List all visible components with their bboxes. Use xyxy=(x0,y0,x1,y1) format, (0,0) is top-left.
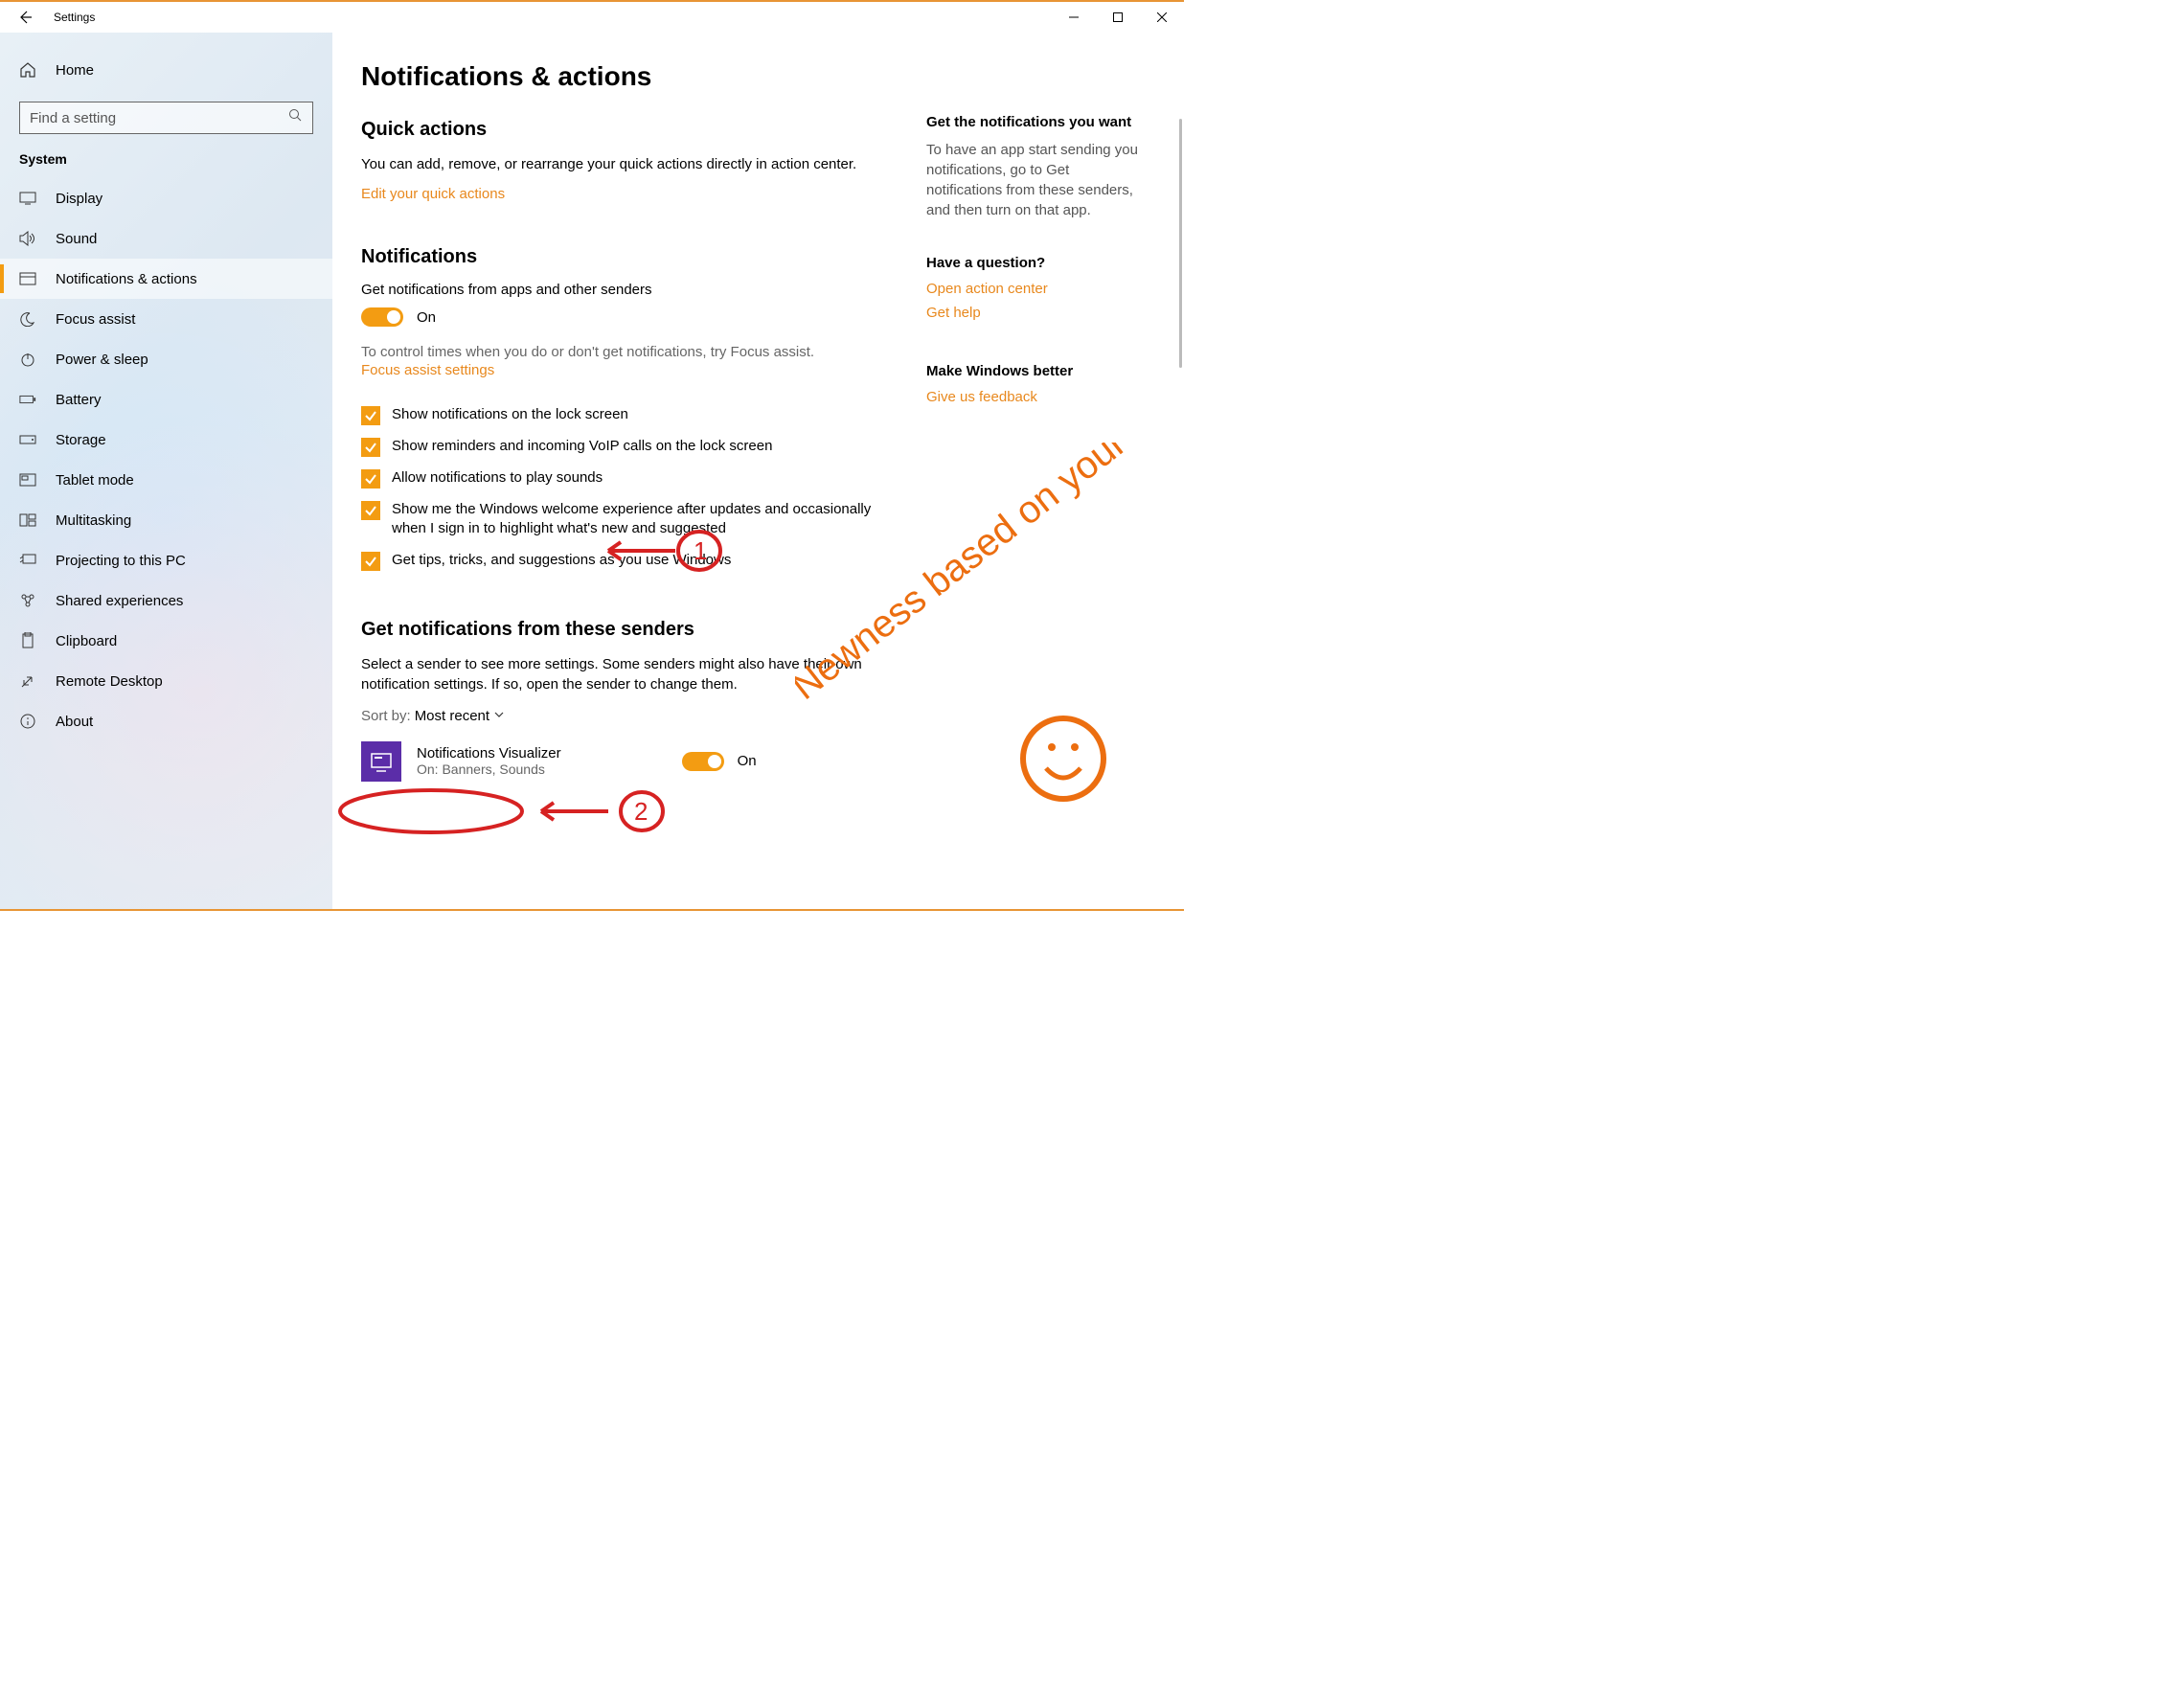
tablet-icon xyxy=(19,471,36,489)
projecting-icon xyxy=(19,552,36,569)
quick-actions-desc: You can add, remove, or rearrange your q… xyxy=(361,154,878,174)
senders-heading: Get notifications from these senders xyxy=(361,619,878,641)
multitasking-icon xyxy=(19,511,36,529)
sender-app-icon xyxy=(361,741,401,782)
give-feedback-link[interactable]: Give us feedback xyxy=(926,389,1037,405)
checkbox-lock-screen[interactable]: Show notifications on the lock screen xyxy=(361,405,878,425)
nav-battery[interactable]: Battery xyxy=(0,379,332,420)
quick-actions-heading: Quick actions xyxy=(361,119,878,141)
nav-storage[interactable]: Storage xyxy=(0,420,332,460)
sidebar: Home System Display Sound Notifications … xyxy=(0,33,332,909)
toggle-state: On xyxy=(417,309,436,326)
nav-sound[interactable]: Sound xyxy=(0,218,332,259)
nav-shared[interactable]: Shared experiences xyxy=(0,580,332,621)
shared-icon xyxy=(19,592,36,609)
scrollbar[interactable] xyxy=(1179,119,1182,368)
nav-notifications[interactable]: Notifications & actions xyxy=(0,259,332,299)
sound-icon xyxy=(19,230,36,247)
edit-quick-actions-link[interactable]: Edit your quick actions xyxy=(361,186,505,202)
sender-name: Notifications Visualizer xyxy=(417,745,561,761)
battery-icon xyxy=(19,391,36,408)
aside-want-text: To have an app start sending you notific… xyxy=(926,140,1146,220)
nav-clipboard[interactable]: Clipboard xyxy=(0,621,332,661)
close-button[interactable] xyxy=(1140,2,1184,33)
aside: Get the notifications you want To have a… xyxy=(926,61,1146,909)
home-label: Home xyxy=(56,62,94,79)
nav-power[interactable]: Power & sleep xyxy=(0,339,332,379)
nav-projecting[interactable]: Projecting to this PC xyxy=(0,540,332,580)
titlebar: Settings xyxy=(0,2,1184,33)
minimize-button[interactable] xyxy=(1052,2,1096,33)
checkbox-tips[interactable]: Get tips, tricks, and suggestions as you… xyxy=(361,551,878,571)
power-icon xyxy=(19,351,36,368)
storage-icon xyxy=(19,431,36,448)
search-box[interactable] xyxy=(19,102,313,134)
display-icon xyxy=(19,190,36,207)
sender-detail: On: Banners, Sounds xyxy=(417,761,561,777)
clipboard-icon xyxy=(19,632,36,649)
nav-about[interactable]: About xyxy=(0,701,332,741)
open-action-center-link[interactable]: Open action center xyxy=(926,281,1048,297)
checkbox-icon[interactable] xyxy=(361,406,380,425)
checkbox-icon[interactable] xyxy=(361,438,380,457)
main-content: Notifications & actions Quick actions Yo… xyxy=(332,33,1184,909)
aside-question-title: Have a question? xyxy=(926,255,1146,271)
aside-want-title: Get the notifications you want xyxy=(926,114,1146,130)
nav-remote[interactable]: Remote Desktop xyxy=(0,661,332,701)
maximize-button[interactable] xyxy=(1096,2,1140,33)
nav-display[interactable]: Display xyxy=(0,178,332,218)
checkbox-sounds[interactable]: Allow notifications to play sounds xyxy=(361,468,878,489)
notifications-icon xyxy=(19,270,36,287)
chevron-down-icon xyxy=(493,708,505,724)
moon-icon xyxy=(19,310,36,328)
checkbox-icon[interactable] xyxy=(361,552,380,571)
notifications-toggle-label: Get notifications from apps and other se… xyxy=(361,282,878,298)
sender-item[interactable]: Notifications Visualizer On: Banners, So… xyxy=(361,741,878,782)
home-icon xyxy=(19,61,36,79)
home-nav[interactable]: Home xyxy=(0,52,332,88)
nav-tablet[interactable]: Tablet mode xyxy=(0,460,332,500)
checkbox-voip[interactable]: Show reminders and incoming VoIP calls o… xyxy=(361,437,878,457)
remote-icon xyxy=(19,672,36,690)
window-title: Settings xyxy=(54,11,95,24)
back-button[interactable] xyxy=(15,8,34,27)
checkbox-icon[interactable] xyxy=(361,501,380,520)
nav-focus-assist[interactable]: Focus assist xyxy=(0,299,332,339)
checkbox-welcome[interactable]: Show me the Windows welcome experience a… xyxy=(361,500,878,539)
category-header: System xyxy=(0,151,332,178)
sender-toggle[interactable] xyxy=(682,752,724,771)
aside-feedback-title: Make Windows better xyxy=(926,363,1146,379)
focus-assist-text: To control times when you do or don't ge… xyxy=(361,342,878,362)
notifications-heading: Notifications xyxy=(361,246,878,268)
checkbox-icon[interactable] xyxy=(361,469,380,489)
page-title: Notifications & actions xyxy=(361,61,878,92)
nav-multitasking[interactable]: Multitasking xyxy=(0,500,332,540)
focus-assist-link[interactable]: Focus assist settings xyxy=(361,362,494,378)
senders-desc: Select a sender to see more settings. So… xyxy=(361,654,878,694)
about-icon xyxy=(19,713,36,730)
notifications-toggle[interactable] xyxy=(361,307,403,327)
sort-by-dropdown[interactable]: Sort by: Most recent xyxy=(361,708,878,724)
search-icon xyxy=(288,108,303,127)
get-help-link[interactable]: Get help xyxy=(926,305,981,321)
search-input[interactable] xyxy=(30,110,288,126)
